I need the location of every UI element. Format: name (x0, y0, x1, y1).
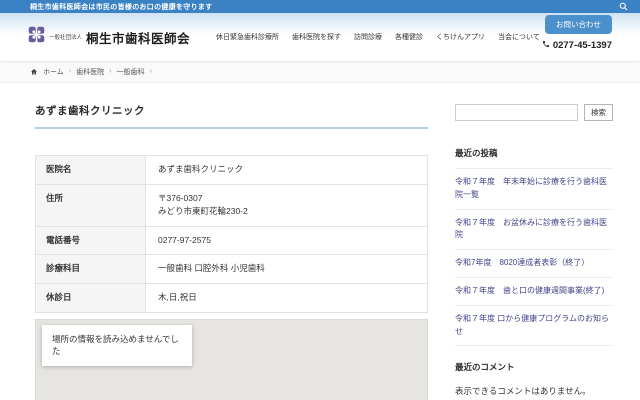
clinic-info-table: 医院名 あずま歯科クリニック 住所 〒376-0307 みどり市東町花輪230-… (35, 155, 428, 313)
recent-post-link[interactable]: 令和７年度 歯と口の健康週間事業(終了) (455, 278, 613, 306)
site-tagline: 桐生市歯科医師会は市民の皆様のお口の健康を守ります (30, 3, 213, 11)
top-utility-bar: 桐生市歯科医師会は市民の皆様のお口の健康を守ります (0, 0, 640, 13)
breadcrumb-home[interactable]: ホーム (43, 67, 64, 77)
org-type-label: 一般社団法人 (49, 35, 83, 41)
map-embed[interactable]: 場所の情報を読み込めませんでした (35, 318, 428, 400)
main-nav: 休日緊急歯科診療所 歯科医院を探す 訪問診療 各種健診 くちけんアプリ 当会につ… (216, 32, 540, 42)
main-column: あずま歯科クリニック 医院名 あずま歯科クリニック 住所 〒376-0307 み… (35, 103, 428, 400)
breadcrumb-separator: › (109, 68, 112, 75)
row-label: 休診日 (36, 283, 146, 312)
breadcrumb-general-dentistry[interactable]: 一般歯科 (116, 67, 144, 77)
row-label: 医院名 (36, 156, 146, 184)
phone-icon (542, 40, 550, 51)
breadcrumb-separator: › (149, 68, 152, 75)
phone-number: 0277-45-1397 (542, 40, 612, 51)
row-value: あずま歯科クリニック (158, 164, 244, 174)
search-input[interactable] (455, 103, 578, 121)
contact-button[interactable]: お問い合わせ (545, 15, 612, 34)
search-button[interactable]: 検索 (584, 103, 613, 121)
table-row-address: 住所 〒376-0307 みどり市東町花輪230-2 (36, 184, 427, 227)
sidebar-search: 検索 (455, 103, 613, 121)
row-label: 診療科目 (36, 255, 146, 283)
table-row-departments: 診療科目 一般歯科 口腔外科 小児歯科 (36, 255, 427, 284)
row-label: 電話番号 (36, 226, 146, 255)
no-comments-message: 表示できるコメントはありません。 (455, 386, 591, 397)
search-icon[interactable] (619, 2, 628, 11)
header-contact-area: お問い合わせ 0277-45-1397 (542, 15, 612, 51)
row-value: 0277-97-2575 (158, 234, 211, 245)
page-content: あずま歯科クリニック 医院名 あずま歯科クリニック 住所 〒376-0307 み… (0, 83, 640, 400)
recent-comments-title: 最近のコメント (455, 362, 515, 373)
site-logo[interactable]: 一般社団法人 桐生市歯科医師会 (28, 26, 190, 48)
recent-post-link[interactable]: 令和７年度 口から健康プログラムのお知らせ (455, 306, 613, 347)
recent-post-link[interactable]: 令和７年度 年末年始に診療を行う歯科医院一覧 (455, 169, 613, 210)
association-logo-icon (28, 26, 45, 48)
map-error-message: 場所の情報を読み込めませんでした (42, 324, 192, 367)
recent-posts-title: 最近の投稿 (455, 147, 613, 169)
nav-item-visiting-care[interactable]: 訪問診療 (354, 32, 382, 42)
table-row-phone: 電話番号 0277-97-2575 (36, 226, 427, 256)
recent-post-link[interactable]: 令和７年度 お盆休みに診療を行う歯科医院 (455, 210, 613, 251)
breadcrumb-separator: › (68, 68, 72, 75)
nav-item-find-clinic[interactable]: 歯科医院を探す (292, 32, 341, 42)
nav-item-about[interactable]: 当会について (498, 32, 540, 42)
home-icon (30, 68, 38, 76)
street-address: みどり市東町花輪230-2 (158, 206, 248, 217)
breadcrumb-dental-clinics[interactable]: 歯科医院 (76, 67, 104, 77)
org-name: 桐生市歯科医師会 (86, 31, 191, 46)
row-value: 一般歯科 口腔外科 小児歯科 (158, 263, 265, 274)
breadcrumb: ホーム › 歯科医院 › 一般歯科 › (0, 61, 640, 83)
nav-item-kuchiken-app[interactable]: くちけんアプリ (436, 32, 485, 42)
site-header: 一般社団法人 桐生市歯科医師会 休日緊急歯科診療所 歯科医院を探す 訪問診療 各… (0, 13, 640, 61)
table-row-clinic-name: 医院名 あずま歯科クリニック (36, 156, 427, 185)
postal-code: 〒376-0307 (158, 192, 203, 203)
page-title-wrap: あずま歯科クリニック (35, 103, 428, 129)
recent-post-link[interactable]: 令和7年度 8020達成者表彰（終了） (455, 250, 613, 278)
table-row-closed-days: 休診日 木,日,祝日 (36, 283, 427, 313)
row-value: 〒376-0307 みどり市東町花輪230-2 (146, 185, 427, 226)
sidebar: 検索 最近の投稿 令和７年度 年末年始に診療を行う歯科医院一覧 令和７年度 お盆… (455, 103, 613, 400)
page-title: あずま歯科クリニック (35, 105, 145, 117)
row-label: 住所 (36, 184, 146, 226)
row-value: 木,日,祝日 (158, 291, 197, 302)
nav-item-emergency-clinic[interactable]: 休日緊急歯科診療所 (216, 32, 279, 42)
nav-item-checkups[interactable]: 各種健診 (395, 32, 423, 42)
